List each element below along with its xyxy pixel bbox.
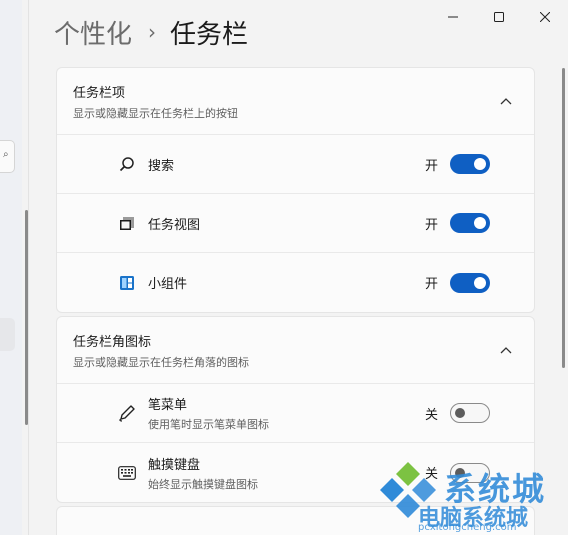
section-subtitle: 显示或隐藏显示在任务栏角落的图标 (73, 355, 249, 369)
toggle-state-label: 关 (424, 407, 438, 423)
toggle-state-label: 开 (424, 277, 438, 292)
nav-selected-item[interactable] (0, 318, 15, 351)
watermark: 系统城 电脑系统城 pcxitongcheng.com (378, 460, 568, 535)
setting-label: 任务视图 (148, 217, 201, 233)
section-title: 任务栏项 (73, 85, 126, 101)
setting-row-widgets: 小组件 开 (57, 253, 534, 312)
chevron-up-icon[interactable] (494, 89, 518, 113)
content-scrollbar[interactable] (562, 68, 565, 368)
maximize-icon (494, 12, 504, 22)
close-icon (540, 12, 550, 22)
toggle-state-label: 开 (424, 158, 438, 174)
taskbar-items-card: 任务栏项 显示或隐藏显示在任务栏上的按钮 搜索 开 任务视图 开 小组件 开 (56, 67, 535, 313)
minimize-button[interactable] (430, 0, 476, 34)
task-view-icon (118, 214, 136, 232)
breadcrumb-separator: › (148, 20, 157, 44)
navigation-pane (0, 0, 22, 535)
setting-label: 搜索 (148, 158, 175, 174)
setting-label: 小组件 (148, 277, 188, 292)
close-button[interactable] (522, 0, 568, 34)
toggle-state-label: 开 (424, 217, 438, 233)
setting-row-pen-menu: 笔菜单 使用笔时显示笔菜单图标 关 (57, 384, 534, 443)
pen-menu-toggle[interactable] (450, 403, 490, 423)
setting-description: 使用笔时显示笔菜单图标 (148, 418, 269, 431)
breadcrumb: 个性化 › 任务栏 (54, 12, 248, 52)
window-controls (430, 0, 568, 34)
setting-label: 笔菜单 (148, 398, 188, 413)
corner-icons-header[interactable]: 任务栏角图标 显示或隐藏显示在任务栏角落的图标 (57, 317, 534, 384)
setting-row-search: 搜索 开 (57, 135, 534, 194)
setting-row-task-view: 任务视图 开 (57, 194, 534, 253)
pen-icon (118, 404, 136, 422)
watermark-url: pcxitongcheng.com (418, 522, 517, 533)
taskbar-items-header[interactable]: 任务栏项 显示或隐藏显示在任务栏上的按钮 (57, 68, 534, 135)
page-title: 任务栏 (170, 19, 249, 50)
widgets-toggle[interactable] (450, 272, 490, 293)
widgets-icon (118, 274, 136, 292)
keyboard-icon (118, 464, 136, 482)
minimize-icon (448, 16, 458, 18)
search-toggle[interactable] (450, 154, 490, 174)
maximize-button[interactable] (476, 0, 522, 34)
search-icon (118, 155, 136, 173)
search-icon: ⌕ (3, 149, 9, 160)
section-subtitle: 显示或隐藏显示在任务栏上的按钮 (73, 106, 238, 120)
section-title: 任务栏角图标 (73, 334, 152, 350)
chevron-up-icon[interactable] (494, 338, 518, 362)
task-view-toggle[interactable] (450, 213, 490, 233)
nav-search-box[interactable]: ⌕ (0, 140, 15, 173)
breadcrumb-parent[interactable]: 个性化 (54, 14, 132, 51)
